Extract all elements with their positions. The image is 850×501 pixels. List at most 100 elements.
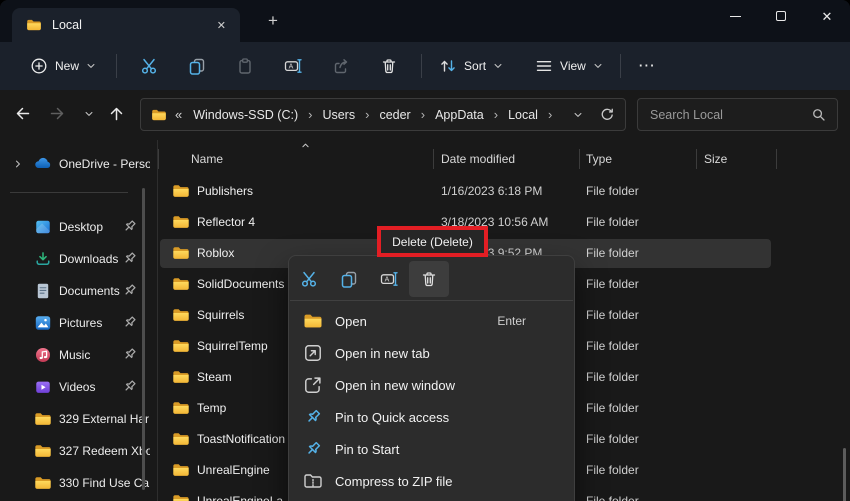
- cut-button[interactable]: [129, 48, 169, 84]
- sort-button[interactable]: Sort: [430, 51, 512, 81]
- file-type: File folder: [586, 277, 639, 291]
- close-icon: ✕: [822, 10, 833, 23]
- open-new-tab-icon: [303, 343, 323, 363]
- search-input[interactable]: [650, 108, 811, 122]
- trash-icon: [380, 57, 398, 75]
- address-dropdown-button[interactable]: [573, 110, 583, 120]
- column-header-type[interactable]: Type: [586, 152, 612, 166]
- onedrive-cloud-icon: [34, 155, 52, 173]
- tab-close-icon[interactable]: ✕: [213, 17, 230, 34]
- breadcrumb-separator: ›: [493, 107, 499, 122]
- sidebar-item-pictures[interactable]: Pictures: [0, 307, 150, 339]
- copy-button[interactable]: [177, 48, 217, 84]
- back-button[interactable]: [8, 99, 38, 129]
- file-row-reflector4[interactable]: Reflector 4 3/18/2023 10:56 AM File fold…: [158, 207, 850, 238]
- sort-ascending-icon: [300, 141, 311, 150]
- file-name: Squirrels: [197, 308, 244, 322]
- explorer-tab-local[interactable]: Local ✕: [12, 8, 240, 42]
- folder-icon: [34, 410, 52, 428]
- breadcrumb-separator: ›: [307, 107, 313, 122]
- forward-button[interactable]: [42, 99, 72, 129]
- minimize-button[interactable]: [712, 0, 758, 32]
- folder-icon: [172, 213, 190, 231]
- breadcrumb-overflow[interactable]: «: [173, 107, 184, 122]
- menu-item-label: Open in new window: [335, 378, 560, 393]
- file-list-scrollbar[interactable]: [843, 448, 846, 501]
- file-row-publishers[interactable]: Publishers 1/16/2023 6:18 PM File folder: [158, 176, 850, 207]
- column-header-date[interactable]: Date modified: [441, 152, 515, 166]
- column-resize-handle[interactable]: [579, 149, 580, 169]
- menu-item-open-new-window[interactable]: Open in new window: [289, 369, 574, 401]
- pin-icon: [303, 439, 323, 459]
- column-header-name[interactable]: Name: [191, 152, 223, 166]
- column-resize-handle[interactable]: [158, 149, 159, 169]
- menu-item-label: Pin to Start: [335, 442, 560, 457]
- toolbar-divider: [620, 54, 621, 78]
- menu-item-open-new-tab[interactable]: Open in new tab: [289, 337, 574, 369]
- up-button[interactable]: [102, 99, 132, 129]
- new-tab-button[interactable]: +: [262, 11, 284, 33]
- sidebar-scrollbar[interactable]: [142, 188, 145, 490]
- search-box[interactable]: [637, 98, 838, 131]
- delete-button[interactable]: [409, 261, 449, 297]
- view-label: View: [560, 59, 586, 73]
- expand-chevron-icon[interactable]: [13, 159, 23, 169]
- file-name: SolidDocuments: [197, 277, 284, 291]
- chevron-down-icon: [493, 61, 503, 71]
- refresh-button[interactable]: [599, 107, 615, 123]
- rename-button[interactable]: [369, 261, 409, 297]
- breadcrumb-users[interactable]: Users: [319, 106, 358, 124]
- share-button[interactable]: [321, 48, 361, 84]
- breadcrumb-appdata[interactable]: AppData: [432, 106, 487, 124]
- sidebar-item-label: 327 Redeem Xbo: [59, 444, 150, 458]
- paste-button[interactable]: [225, 48, 265, 84]
- context-menu: Open Enter Open in new tab Open in new w…: [288, 255, 575, 501]
- sidebar-item-onedrive[interactable]: OneDrive - Perso: [0, 148, 150, 180]
- cut-button[interactable]: [289, 261, 329, 297]
- folder-icon: [172, 430, 190, 448]
- sort-icon: [439, 57, 457, 75]
- column-header-size[interactable]: Size: [704, 152, 727, 166]
- sidebar-item-videos[interactable]: Videos: [0, 371, 150, 403]
- sidebar-item-329-external[interactable]: 329 External Har: [0, 403, 150, 435]
- breadcrumb-local[interactable]: Local: [505, 106, 541, 124]
- menu-item-label: Compress to ZIP file: [335, 474, 560, 489]
- column-resize-handle[interactable]: [776, 149, 777, 169]
- menu-item-pin-to-start[interactable]: Pin to Start: [289, 433, 574, 465]
- menu-item-compress-zip[interactable]: Compress to ZIP file: [289, 465, 574, 497]
- copy-button[interactable]: [329, 261, 369, 297]
- copy-icon: [340, 270, 358, 288]
- recent-locations-button[interactable]: [74, 99, 104, 129]
- sidebar-item-327-redeem[interactable]: 327 Redeem Xbo: [0, 435, 150, 467]
- close-button[interactable]: ✕: [804, 0, 850, 32]
- rename-button[interactable]: [273, 48, 313, 84]
- menu-item-label: Pin to Quick access: [335, 410, 560, 425]
- breadcrumb-drive[interactable]: Windows-SSD (C:): [190, 106, 301, 124]
- search-icon: [811, 107, 827, 123]
- view-button[interactable]: View: [526, 51, 612, 81]
- sort-label: Sort: [464, 59, 486, 73]
- sidebar-item-desktop[interactable]: Desktop: [0, 211, 150, 243]
- more-options-button[interactable]: ⋯: [629, 48, 665, 84]
- address-bar[interactable]: « Windows-SSD (C:) › Users › ceder › App…: [140, 98, 626, 131]
- menu-item-pin-quick-access[interactable]: Pin to Quick access: [289, 401, 574, 433]
- file-explorer-window: Local ✕ + ✕ New Sort: [0, 0, 850, 501]
- column-resize-handle[interactable]: [433, 149, 434, 169]
- breadcrumb-user[interactable]: ceder: [376, 106, 413, 124]
- file-name: Reflector 4: [197, 215, 255, 229]
- sidebar-item-downloads[interactable]: Downloads: [0, 243, 150, 275]
- delete-button[interactable]: [369, 48, 409, 84]
- menu-item-open[interactable]: Open Enter: [289, 305, 574, 337]
- new-button[interactable]: New: [22, 51, 104, 81]
- column-headers: Name Date modified Type Size: [158, 146, 850, 172]
- sidebar-item-documents[interactable]: Documents: [0, 275, 150, 307]
- videos-icon: [34, 378, 52, 396]
- sidebar-item-music[interactable]: Music: [0, 339, 150, 371]
- column-resize-handle[interactable]: [696, 149, 697, 169]
- menu-item-label: Open: [335, 314, 497, 329]
- documents-icon: [34, 282, 52, 300]
- pin-icon: [121, 378, 138, 395]
- sidebar-item-330-find[interactable]: 330 Find Use Ca: [0, 467, 150, 499]
- view-icon: [535, 57, 553, 75]
- maximize-button[interactable]: [758, 0, 804, 32]
